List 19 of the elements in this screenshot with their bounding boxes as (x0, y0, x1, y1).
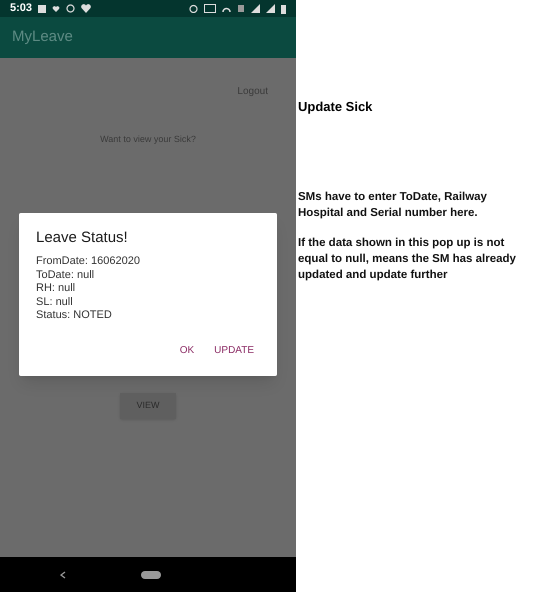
app-title: MyLeave (12, 27, 73, 48)
dialog-line: ToDate: null (36, 268, 96, 282)
back-icon[interactable] (60, 570, 66, 578)
annotation-heading: Update Sick (298, 98, 374, 116)
dialog-line: SL: null (36, 296, 74, 309)
home-icon[interactable] (141, 570, 161, 578)
battery-icon (281, 4, 286, 14)
status-time: 5:03 (10, 1, 32, 16)
dialog-line: Status: NOTED (36, 309, 113, 322)
dialog-line: RH: null (36, 282, 76, 296)
update-button[interactable]: UPDATE (208, 338, 260, 362)
heart-icon (81, 4, 92, 13)
ok-button[interactable]: OK (174, 338, 200, 362)
screen-icon (204, 4, 216, 13)
dialog-line: FromDate: 16062020 (36, 255, 141, 268)
heart-icon (52, 4, 60, 12)
annotation-text: If the data shown in this pop up is not equal to null, means the SM has already updated and update further (298, 236, 517, 282)
dialog-title: Leave Status! (36, 228, 129, 248)
annotation-text: SMs have to enter ToDate, Railway Hospital and Serial number here. (298, 190, 488, 220)
